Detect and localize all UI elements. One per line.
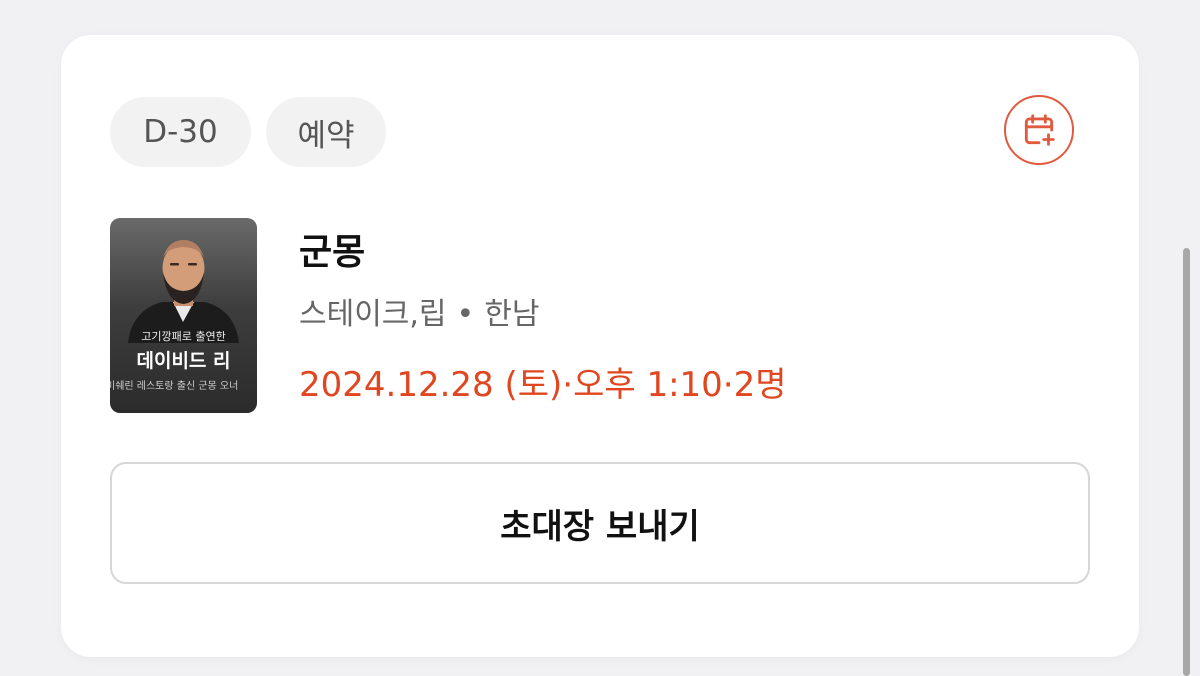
send-invitation-button[interactable]: 초대장 보내기 [110, 462, 1090, 584]
meta-separator: • [456, 297, 475, 332]
restaurant-meta: 스테이크,립 • 한남 [299, 289, 539, 333]
restaurant-name[interactable]: 군몽 [299, 223, 365, 275]
scrollbar[interactable] [1183, 248, 1190, 676]
thumbnail-title: 데이비드 리 [136, 350, 231, 372]
reservation-card: D-30 예약 고기깡패로 출연한 데이비드 리 미쉐린 레스토랑 출신 군몽 … [61, 35, 1139, 657]
thumbnail-caption: 미쉐린 레스토랑 출신 군몽 오너 [110, 381, 239, 392]
dday-badge: D-30 [110, 97, 251, 167]
calendar-plus-icon [1024, 114, 1055, 146]
restaurant-area: 한남 [484, 297, 540, 332]
restaurant-thumbnail[interactable]: 고기깡패로 출연한 데이비드 리 미쉐린 레스토랑 출신 군몽 오너 [110, 218, 257, 413]
restaurant-category: 스테이크,립 [299, 297, 447, 332]
send-invitation-label: 초대장 보내기 [500, 506, 700, 547]
add-to-calendar-button[interactable] [1004, 95, 1074, 165]
reservation-datetime: 2024.12.28 (토)·오후 1:10·2명 [299, 365, 787, 405]
thumbnail-subtitle: 고기깡패로 출연한 [141, 330, 226, 343]
status-badge: 예약 [266, 97, 386, 167]
